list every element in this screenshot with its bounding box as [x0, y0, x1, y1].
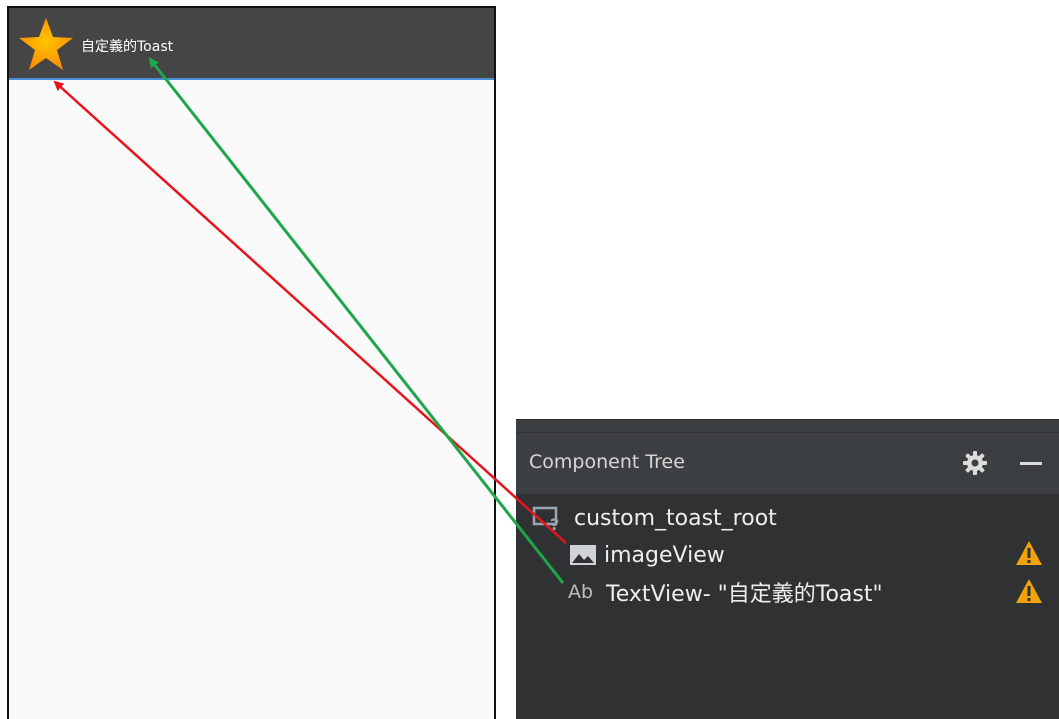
- device-preview: 自定義的Toast: [7, 6, 496, 719]
- image-icon: [570, 545, 596, 565]
- text-ab-icon: Ab: [568, 581, 594, 603]
- component-tree-header: Component Tree: [516, 432, 1059, 494]
- screenshot-page: 自定義的Toast Component Tree ? custom_toast_…: [0, 0, 1059, 719]
- custom-toast: 自定義的Toast: [9, 8, 494, 80]
- star-icon: [19, 18, 73, 70]
- component-tree-list: ? custom_toast_root imageView Ab TextVie…: [516, 494, 1059, 719]
- warning-icon[interactable]: [1015, 540, 1043, 566]
- component-tree-panel: Component Tree ? custom_toast_root image…: [516, 419, 1059, 719]
- gear-icon[interactable]: [962, 450, 988, 476]
- warning-icon[interactable]: [1015, 578, 1043, 604]
- tree-node-custom-toast-root[interactable]: ? custom_toast_root: [532, 502, 777, 534]
- tree-node-label: imageView: [604, 542, 725, 568]
- toast-text: 自定義的Toast: [81, 39, 174, 55]
- layout-unknown-icon: ?: [532, 506, 559, 532]
- minimize-icon[interactable]: [1020, 462, 1042, 465]
- tree-node-imageview[interactable]: imageView: [568, 539, 725, 571]
- tree-node-label: TextView- "自定義的Toast": [606, 582, 883, 607]
- tree-node-textview[interactable]: Ab TextView- "自定義的Toast": [568, 576, 883, 608]
- panel-title: Component Tree: [529, 451, 685, 473]
- tree-node-label: custom_toast_root: [574, 505, 777, 531]
- svg-text:?: ?: [550, 515, 559, 532]
